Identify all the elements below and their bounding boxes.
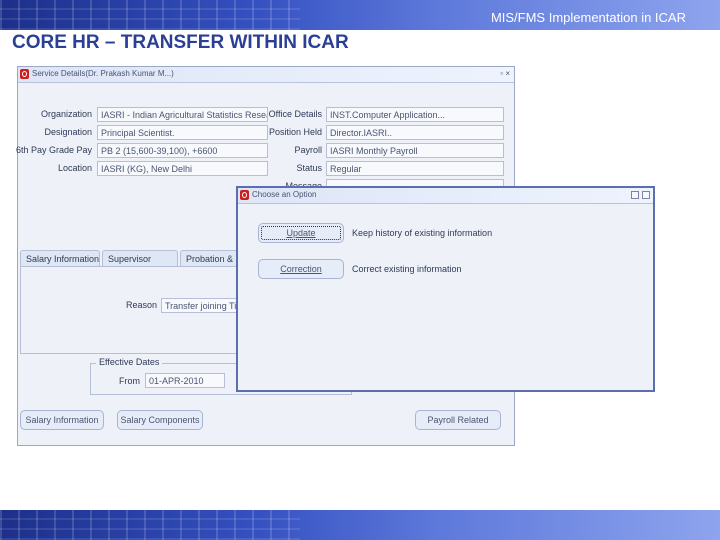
tab-probation[interactable]: Probation & N xyxy=(180,250,240,267)
oracle-icon xyxy=(20,69,29,79)
correction-button[interactable]: Correction xyxy=(258,259,344,279)
dialog-title: Choose an Option xyxy=(252,190,317,199)
from-date-label: From xyxy=(119,376,140,386)
header-pattern xyxy=(0,0,300,30)
minimize-icon[interactable] xyxy=(631,191,639,199)
position-held-field[interactable]: Director.IASRI.. xyxy=(326,125,504,140)
window-controls-icon[interactable]: ▫ × xyxy=(500,69,510,78)
slide-heading: CORE HR – TRANSFER WITHIN ICAR xyxy=(12,32,349,53)
update-description: Keep history of existing information xyxy=(352,228,493,238)
position-held-label: Position Held xyxy=(268,127,322,137)
tab-supervisor[interactable]: Supervisor xyxy=(102,250,178,267)
oracle-icon xyxy=(240,190,249,200)
grade-pay-label: 6th Pay Grade Pay xyxy=(15,145,92,155)
slide-header-band: MIS/FMS Implementation in ICAR xyxy=(0,0,720,30)
choose-option-dialog: Choose an Option Update Keep history of … xyxy=(236,186,655,392)
effective-dates-title: Effective Dates xyxy=(96,357,163,367)
office-details-label: Office Details xyxy=(268,109,322,119)
window-title: Service Details(Dr. Prakash Kumar M...) xyxy=(32,69,174,78)
salary-information-button[interactable]: Salary Information xyxy=(20,410,104,430)
location-field[interactable]: IASRI (KG), New Delhi xyxy=(97,161,268,176)
location-label: Location xyxy=(57,163,92,173)
organization-field[interactable]: IASRI - Indian Agricultural Statistics R… xyxy=(97,107,268,122)
grade-pay-field[interactable]: PB 2 (15,600-39,100), +6600 xyxy=(97,143,268,158)
update-button[interactable]: Update xyxy=(258,223,344,243)
footer-pattern xyxy=(0,510,300,540)
dialog-titlebar: Choose an Option xyxy=(238,188,653,204)
window-titlebar: Service Details(Dr. Prakash Kumar M...) … xyxy=(18,67,514,83)
office-details-field[interactable]: INST.Computer Application... xyxy=(326,107,504,122)
status-field[interactable]: Regular xyxy=(326,161,504,176)
status-label: Status xyxy=(296,163,322,173)
slide-footer-band xyxy=(0,510,720,540)
slide-header-text: MIS/FMS Implementation in ICAR xyxy=(490,10,686,25)
reason-label: Reason xyxy=(125,300,157,310)
maximize-icon[interactable] xyxy=(642,191,650,199)
payroll-field[interactable]: IASRI Monthly Payroll xyxy=(326,143,504,158)
payroll-related-button[interactable]: Payroll Related xyxy=(415,410,501,430)
from-date-field[interactable]: 01-APR-2010 xyxy=(145,373,225,388)
organization-label: Organization xyxy=(40,109,92,119)
salary-components-button[interactable]: Salary Components xyxy=(117,410,203,430)
correction-description: Correct existing information xyxy=(352,264,462,274)
designation-label: Designation xyxy=(44,127,92,137)
tab-salary-information[interactable]: Salary Information xyxy=(20,250,100,267)
reason-field[interactable]: Transfer joining Time xyxy=(161,298,241,313)
designation-field[interactable]: Principal Scientist. xyxy=(97,125,268,140)
payroll-label: Payroll xyxy=(294,145,322,155)
